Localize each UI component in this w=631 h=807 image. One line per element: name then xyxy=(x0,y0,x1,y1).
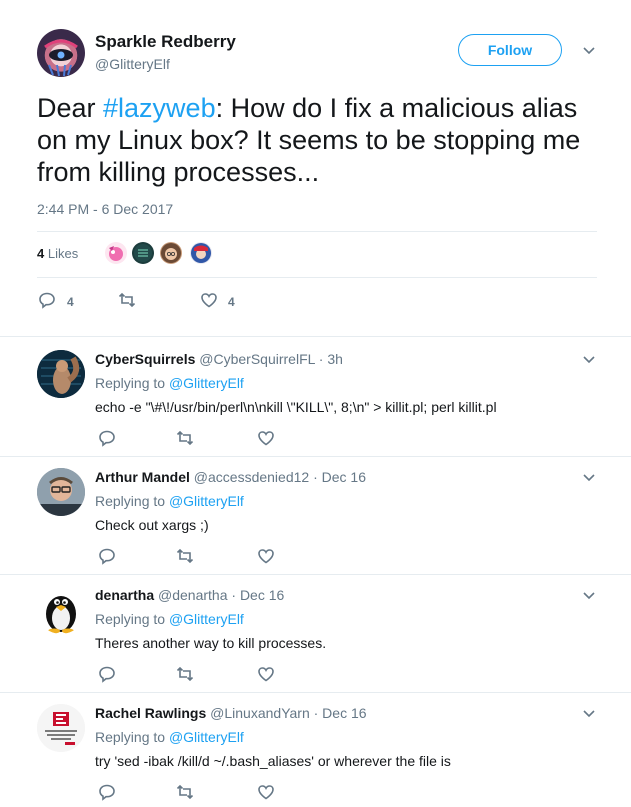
likes-count: 4 xyxy=(37,246,45,261)
retweet-icon[interactable] xyxy=(176,665,194,683)
chevron-down-icon[interactable] xyxy=(582,473,596,483)
reply-avatar[interactable] xyxy=(37,350,85,398)
reply-header: denartha @denartha · Dec 16 xyxy=(95,587,284,603)
reply-avatar[interactable] xyxy=(37,704,85,752)
replying-to-link[interactable]: @GlitteryElf xyxy=(169,375,244,391)
tweet-text: Dear #lazyweb: How do I fix a malicious … xyxy=(37,92,607,188)
section-separator xyxy=(0,456,631,457)
replying-label: Replying to xyxy=(95,729,166,745)
chevron-down-icon[interactable] xyxy=(582,46,596,56)
reply-author-meta[interactable]: @CyberSquirrelFL · 3h xyxy=(199,351,343,367)
divider xyxy=(37,277,597,278)
like-count: 4 xyxy=(228,295,235,309)
replying-to: Replying to @GlitteryElf xyxy=(95,729,244,745)
liker-avatar[interactable] xyxy=(190,242,212,264)
reply-author-meta[interactable]: @LinuxandYarn · Dec 16 xyxy=(210,705,366,721)
reply-text: echo -e "\#\!/usr/bin/perl\n\nkill \"KIL… xyxy=(95,399,497,415)
reply-header: CyberSquirrels @CyberSquirrelFL · 3h xyxy=(95,351,343,367)
hashtag-link[interactable]: #lazyweb xyxy=(103,93,216,123)
reply-header: Arthur Mandel @accessdenied12 · Dec 16 xyxy=(95,469,366,485)
like-icon[interactable] xyxy=(257,429,275,447)
reply-author-meta[interactable]: @accessdenied12 · Dec 16 xyxy=(194,469,366,485)
reply-text: try 'sed -ibak /kill/d ~/.bash_aliases' … xyxy=(95,753,451,769)
replying-label: Replying to xyxy=(95,611,166,627)
reply-author-name[interactable]: Arthur Mandel xyxy=(95,469,190,485)
chevron-down-icon[interactable] xyxy=(582,591,596,601)
tweet-text-prefix: Dear xyxy=(37,93,104,123)
reply-author-name[interactable]: Rachel Rawlings xyxy=(95,705,206,721)
reply-header: Rachel Rawlings @LinuxandYarn · Dec 16 xyxy=(95,705,367,721)
author-handle[interactable]: @GlitteryElf xyxy=(95,56,170,72)
person-avatar-art xyxy=(161,243,181,263)
reply-icon[interactable] xyxy=(98,783,116,801)
reply-avatar[interactable] xyxy=(37,586,85,634)
follow-button[interactable]: Follow xyxy=(458,34,562,66)
reply-icon[interactable] xyxy=(98,665,116,683)
like-icon[interactable] xyxy=(257,665,275,683)
avatar-art xyxy=(44,39,78,77)
replying-to: Replying to @GlitteryElf xyxy=(95,493,244,509)
retweet-icon[interactable] xyxy=(176,547,194,565)
liker-avatar[interactable] xyxy=(160,242,182,264)
retweet-icon[interactable] xyxy=(118,291,136,309)
tux-penguin-avatar-art xyxy=(46,596,76,634)
matrix-avatar-art xyxy=(134,244,152,262)
replying-to: Replying to @GlitteryElf xyxy=(95,375,244,391)
replying-label: Replying to xyxy=(95,493,166,509)
replying-to-link[interactable]: @GlitteryElf xyxy=(169,729,244,745)
reply-count: 4 xyxy=(67,295,74,309)
logo-avatar-art xyxy=(37,704,85,752)
reply-author-name[interactable]: CyberSquirrels xyxy=(95,351,195,367)
man-avatar-art xyxy=(37,468,85,516)
reply-icon[interactable] xyxy=(98,547,116,565)
likes-stat[interactable]: 4 Likes xyxy=(37,246,78,261)
liker-avatar[interactable] xyxy=(132,242,154,264)
squirrel-avatar-art xyxy=(37,350,85,398)
replying-to-link[interactable]: @GlitteryElf xyxy=(169,611,244,627)
retweet-icon[interactable] xyxy=(176,783,194,801)
reply-text: Check out xargs ;) xyxy=(95,517,209,533)
author-avatar[interactable] xyxy=(37,29,85,77)
reply-icon[interactable] xyxy=(38,291,56,309)
section-separator xyxy=(0,336,631,337)
retweet-icon[interactable] xyxy=(176,429,194,447)
reply-icon[interactable] xyxy=(98,429,116,447)
divider xyxy=(37,231,597,232)
reply-author-meta[interactable]: @denartha · Dec 16 xyxy=(158,587,284,603)
chevron-down-icon[interactable] xyxy=(582,709,596,719)
likes-label: Likes xyxy=(47,246,79,261)
replying-label: Replying to xyxy=(95,375,166,391)
like-icon[interactable] xyxy=(257,783,275,801)
reply-avatar[interactable] xyxy=(37,468,85,516)
like-icon[interactable] xyxy=(257,547,275,565)
liker-avatar[interactable] xyxy=(105,242,127,264)
section-separator xyxy=(0,692,631,693)
reply-author-name[interactable]: denartha xyxy=(95,587,154,603)
chevron-down-icon[interactable] xyxy=(582,355,596,365)
character-avatar-art xyxy=(191,243,211,263)
author-name[interactable]: Sparkle Redberry xyxy=(95,32,236,52)
replying-to: Replying to @GlitteryElf xyxy=(95,611,244,627)
pony-avatar-art xyxy=(109,246,123,261)
reply-text: Theres another way to kill processes. xyxy=(95,635,327,651)
replying-to-link[interactable]: @GlitteryElf xyxy=(169,493,244,509)
tweet-timestamp[interactable]: 2:44 PM - 6 Dec 2017 xyxy=(37,201,173,217)
section-separator xyxy=(0,574,631,575)
like-icon[interactable] xyxy=(200,291,218,309)
